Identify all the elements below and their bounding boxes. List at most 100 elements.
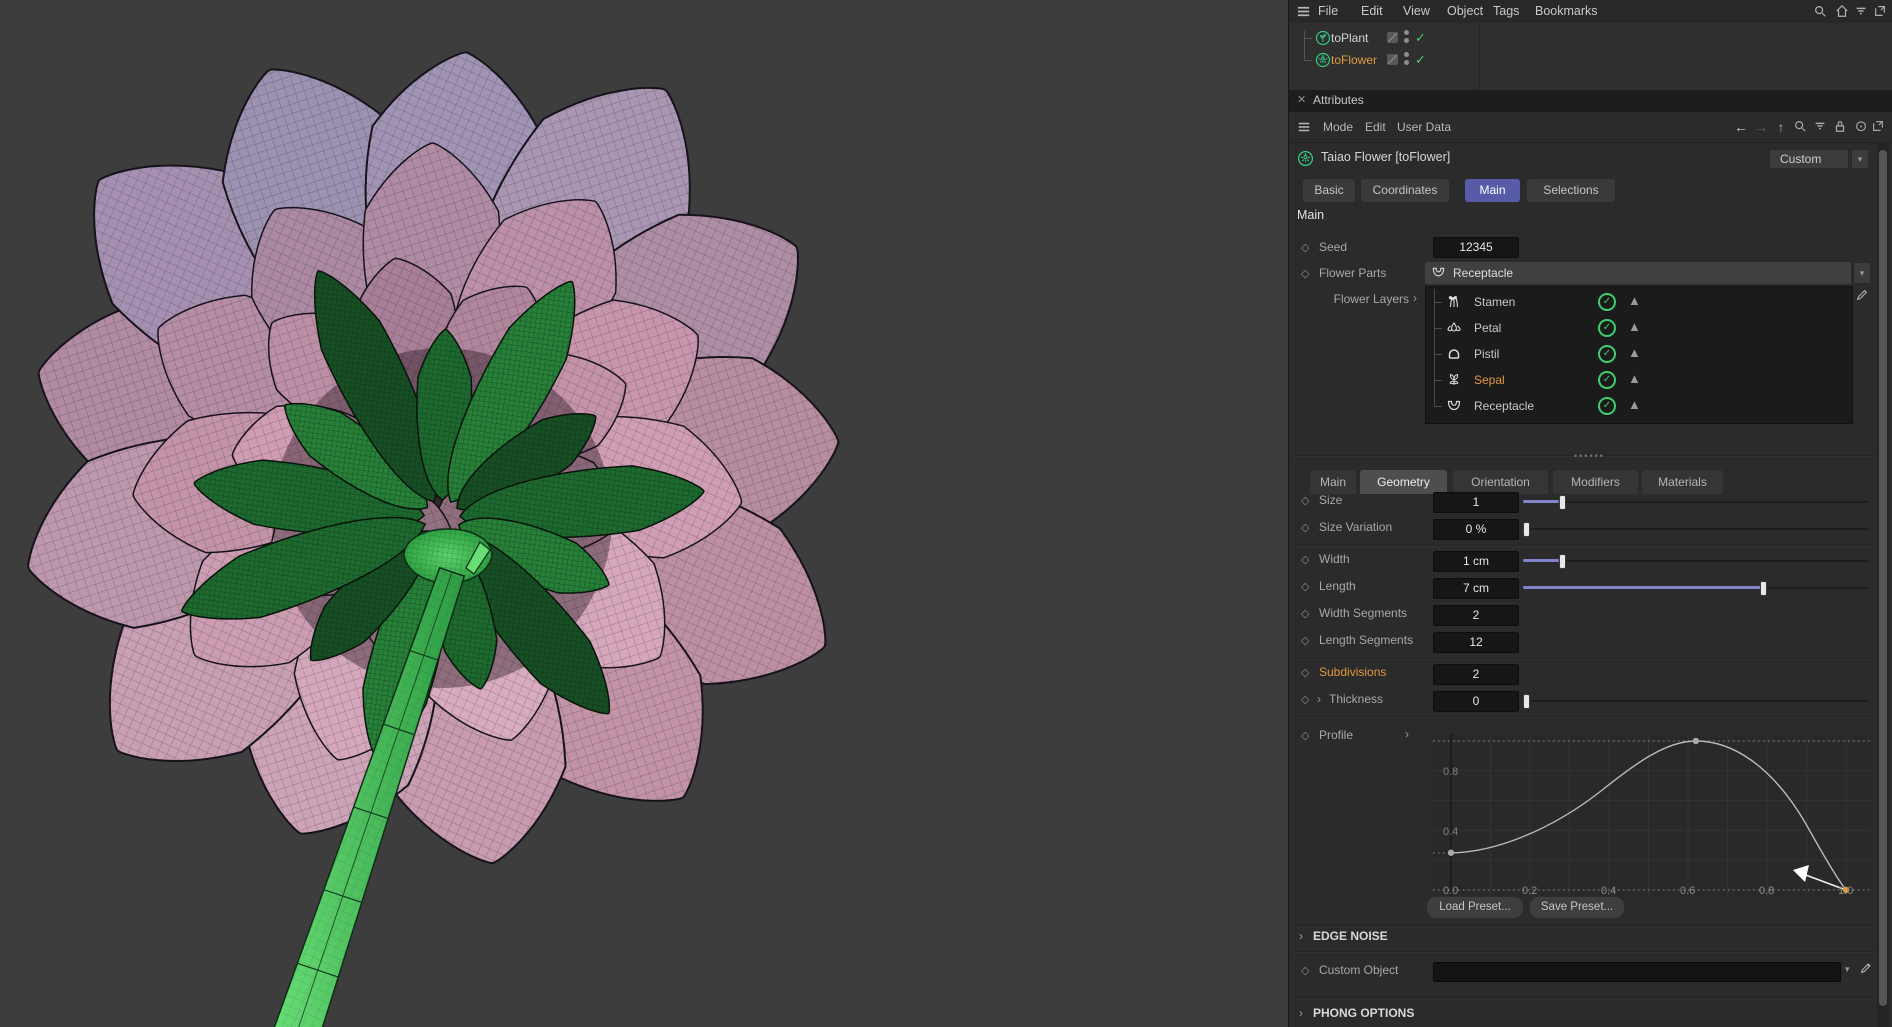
- layer-enabled-check-icon[interactable]: ✓: [1598, 397, 1616, 415]
- chevron-right-icon[interactable]: ›: [1413, 291, 1417, 305]
- chevron-right-icon[interactable]: ›: [1405, 727, 1409, 741]
- object-row-toPlant[interactable]: toPlant ✓: [1289, 27, 1479, 49]
- menu-object[interactable]: Object: [1447, 0, 1483, 23]
- flower-parts-caret[interactable]: ▾: [1853, 262, 1871, 284]
- length-slider[interactable]: [1523, 578, 1869, 597]
- seed-input[interactable]: 12345: [1433, 237, 1519, 258]
- back-arrow-icon[interactable]: ←: [1733, 119, 1749, 135]
- layer-toggle-icon[interactable]: [1387, 54, 1398, 65]
- up-arrow-icon[interactable]: ↑: [1773, 119, 1789, 135]
- visibility-dots-icon[interactable]: [1404, 52, 1409, 68]
- size-variation-input[interactable]: 0 %: [1433, 519, 1519, 540]
- attributes-menu-edit[interactable]: Edit: [1365, 112, 1386, 142]
- layer-toggle-icon[interactable]: [1387, 32, 1398, 43]
- subdivisions-input[interactable]: 2: [1433, 664, 1519, 685]
- layer-enabled-check-icon[interactable]: ✓: [1598, 319, 1616, 337]
- preset-dropdown[interactable]: Custom: [1769, 149, 1849, 169]
- layer-row-receptacle[interactable]: Receptacle ✓ ▲: [1426, 393, 1852, 419]
- object-manager[interactable]: toPlant ✓ toFlower ✓: [1289, 23, 1892, 90]
- popout-icon[interactable]: [1873, 4, 1887, 18]
- size-input[interactable]: 1: [1433, 492, 1519, 513]
- layer-triangle-icon[interactable]: ▲: [1628, 345, 1641, 360]
- width-segments-input[interactable]: 2: [1433, 605, 1519, 626]
- lock-icon[interactable]: [1833, 119, 1849, 135]
- menu-icon[interactable]: [1296, 4, 1311, 19]
- edge-noise-section-header[interactable]: EDGE NOISE: [1313, 929, 1388, 943]
- layer-row-stamen[interactable]: Stamen ✓ ▲: [1426, 289, 1852, 315]
- layer-triangle-icon[interactable]: ▲: [1628, 319, 1641, 334]
- layer-triangle-icon[interactable]: ▲: [1628, 397, 1641, 412]
- slider-handle[interactable]: [1523, 522, 1530, 537]
- search-icon[interactable]: [1813, 4, 1827, 18]
- slider-handle[interactable]: [1760, 581, 1768, 596]
- layer-row-petal[interactable]: Petal ✓ ▲: [1426, 315, 1852, 341]
- menu-bookmarks[interactable]: Bookmarks: [1535, 0, 1598, 23]
- pencil-icon[interactable]: [1855, 288, 1869, 302]
- menu-file[interactable]: File: [1318, 0, 1338, 23]
- layer-enabled-check-icon[interactable]: ✓: [1598, 293, 1616, 311]
- forward-arrow-icon[interactable]: →: [1753, 119, 1769, 135]
- layer-name[interactable]: Sepal: [1474, 367, 1505, 393]
- visibility-dots-icon[interactable]: [1404, 30, 1409, 46]
- close-icon[interactable]: ✕: [1297, 93, 1306, 106]
- thickness-slider[interactable]: [1523, 691, 1869, 710]
- chevron-right-icon[interactable]: ›: [1317, 692, 1321, 706]
- subtab-geometry[interactable]: Geometry: [1360, 470, 1447, 494]
- flower-parts-dropdown[interactable]: Receptacle: [1425, 262, 1851, 284]
- resize-handle[interactable]: ••••••: [1574, 451, 1605, 461]
- enabled-check-icon[interactable]: ✓: [1415, 52, 1426, 68]
- flower-layers-list[interactable]: Stamen ✓ ▲ Petal ✓ ▲ Pistil ✓ ▲ Sepal ✓ ▲ Receptacle…: [1425, 286, 1853, 424]
- chevron-right-icon[interactable]: ›: [1299, 1006, 1303, 1020]
- layer-row-sepal[interactable]: Sepal ✓ ▲: [1426, 367, 1852, 393]
- slider-handle[interactable]: [1523, 694, 1530, 709]
- profile-curve-editor[interactable]: 0.80.40.0 0.2 0.4 0.6 0.8 1.0: [1421, 734, 1871, 898]
- search-icon[interactable]: [1793, 119, 1809, 135]
- menu-tags[interactable]: Tags: [1493, 0, 1519, 23]
- tab-basic[interactable]: Basic: [1303, 179, 1355, 202]
- filter-icon[interactable]: [1854, 4, 1868, 18]
- layer-name[interactable]: Petal: [1474, 315, 1501, 341]
- viewport-3d[interactable]: [0, 0, 1288, 1027]
- attributes-menu-mode[interactable]: Mode: [1323, 112, 1353, 142]
- save-preset-button[interactable]: Save Preset...: [1529, 896, 1625, 919]
- layer-name[interactable]: Stamen: [1474, 289, 1515, 315]
- chevron-right-icon[interactable]: ›: [1299, 929, 1303, 943]
- filter-icon[interactable]: [1813, 119, 1829, 135]
- layer-name[interactable]: Pistil: [1474, 341, 1499, 367]
- length-input[interactable]: 7 cm: [1433, 578, 1519, 599]
- tab-coordinates[interactable]: Coordinates: [1361, 179, 1449, 202]
- tab-selections[interactable]: Selections: [1527, 179, 1615, 202]
- subtab-orientation[interactable]: Orientation: [1453, 470, 1548, 494]
- layer-name[interactable]: Receptacle: [1474, 393, 1534, 419]
- slider-handle[interactable]: [1558, 554, 1566, 569]
- object-row-toFlower[interactable]: toFlower ✓: [1289, 49, 1479, 71]
- menu-icon[interactable]: [1297, 120, 1311, 134]
- layer-triangle-icon[interactable]: ▲: [1628, 371, 1641, 386]
- object-name[interactable]: toPlant: [1331, 27, 1368, 49]
- width-slider[interactable]: [1523, 551, 1869, 570]
- subtab-materials[interactable]: Materials: [1642, 470, 1723, 494]
- enabled-check-icon[interactable]: ✓: [1415, 30, 1426, 46]
- layer-enabled-check-icon[interactable]: ✓: [1598, 371, 1616, 389]
- chevron-down-icon[interactable]: ▾: [1845, 964, 1850, 975]
- slider-handle[interactable]: [1558, 495, 1566, 510]
- eyedropper-icon[interactable]: [1859, 961, 1873, 975]
- menu-edit[interactable]: Edit: [1361, 0, 1383, 23]
- home-icon[interactable]: [1835, 4, 1849, 18]
- target-icon[interactable]: ⊙: [1853, 119, 1869, 135]
- thickness-input[interactable]: 0: [1433, 691, 1519, 712]
- object-name[interactable]: toFlower: [1331, 49, 1377, 71]
- phong-options-section-header[interactable]: PHONG OPTIONS: [1313, 1006, 1414, 1020]
- menu-view[interactable]: View: [1403, 0, 1430, 23]
- layer-row-pistil[interactable]: Pistil ✓ ▲: [1426, 341, 1852, 367]
- preset-dropdown-caret[interactable]: ▾: [1851, 149, 1869, 169]
- length-segments-input[interactable]: 12: [1433, 632, 1519, 653]
- layer-triangle-icon[interactable]: ▲: [1628, 293, 1641, 308]
- size-variation-slider[interactable]: [1523, 519, 1869, 538]
- attributes-menu-user-data[interactable]: User Data: [1397, 112, 1451, 142]
- subtab-modifiers[interactable]: Modifiers: [1553, 470, 1638, 494]
- layer-enabled-check-icon[interactable]: ✓: [1598, 345, 1616, 363]
- popout-icon[interactable]: [1871, 119, 1887, 135]
- size-slider[interactable]: [1523, 492, 1869, 511]
- load-preset-button[interactable]: Load Preset...: [1426, 896, 1524, 919]
